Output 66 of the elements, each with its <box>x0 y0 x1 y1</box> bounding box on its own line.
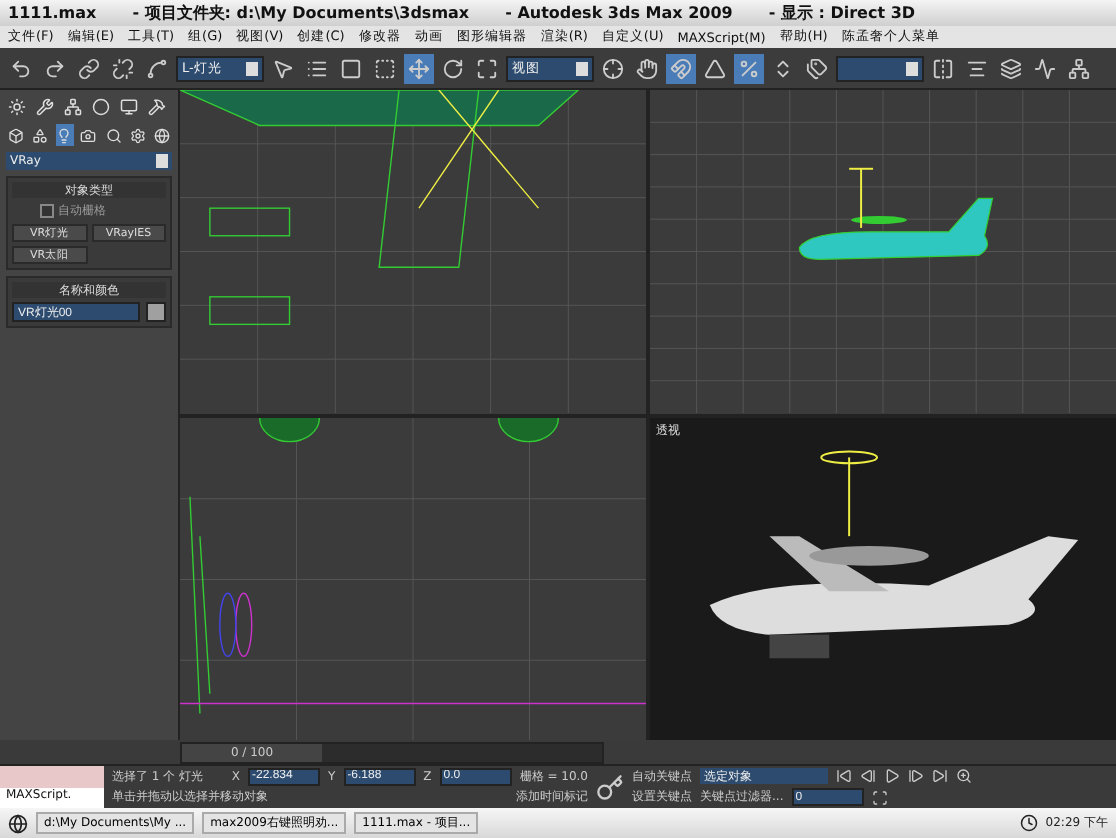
clock-icon <box>1019 814 1038 832</box>
snap-icon <box>670 57 692 79</box>
color-swatch[interactable] <box>146 302 166 322</box>
category-icon <box>130 127 147 143</box>
go-to-end-icon[interactable] <box>932 768 948 785</box>
play-icon[interactable] <box>884 768 900 785</box>
unlink-icon <box>112 57 134 79</box>
pointer-icon <box>272 57 294 79</box>
panel-tab[interactable] <box>118 96 140 118</box>
link-icon <box>78 57 100 79</box>
mirror-icon <box>932 57 954 79</box>
link-tool-button[interactable] <box>74 53 104 83</box>
browser-icon[interactable] <box>8 813 28 833</box>
percent-icon <box>738 57 760 79</box>
list-icon <box>306 57 328 79</box>
align-icon <box>966 57 988 79</box>
category-button[interactable] <box>79 124 99 146</box>
light-gizmo-icon <box>820 449 878 537</box>
category-icon <box>31 127 48 143</box>
category-icon <box>105 127 122 143</box>
panel-tab[interactable] <box>6 96 28 118</box>
category-button[interactable] <box>6 124 25 146</box>
category-button[interactable] <box>153 124 172 146</box>
zoom-icon[interactable] <box>956 768 972 785</box>
undo-icon <box>10 57 32 79</box>
go-to-start-icon[interactable] <box>836 768 852 785</box>
layers-icon <box>1000 57 1022 79</box>
category-button[interactable] <box>55 124 74 146</box>
project-folder: - 项目文件夹: d:\My Documents\3dsmax <box>132 2 470 24</box>
unlink-tool-button[interactable] <box>108 53 138 83</box>
light-gizmo-icon <box>848 167 875 229</box>
rotate-icon <box>442 57 464 79</box>
panel-tab[interactable] <box>90 96 112 118</box>
redo-icon <box>44 57 66 79</box>
layers-tool-button[interactable] <box>996 53 1026 83</box>
panel-tab[interactable] <box>146 96 168 118</box>
category-button[interactable] <box>30 124 50 146</box>
angle-icon <box>704 57 726 79</box>
percent-tool-button[interactable] <box>734 53 764 83</box>
move-tool-button[interactable] <box>404 53 434 83</box>
category-button[interactable] <box>128 124 148 146</box>
display-driver: - 显示 : Direct 3D <box>768 2 916 24</box>
snap-tool-button[interactable] <box>666 53 696 83</box>
app-name: - Autodesk 3ds Max 2009 <box>505 4 733 22</box>
panel-tab-icon <box>36 98 54 116</box>
category-icon <box>154 127 171 143</box>
panel-tab-icon <box>148 98 166 116</box>
panel-tab[interactable] <box>62 96 84 118</box>
category-button[interactable] <box>104 124 123 146</box>
file-name: 1111.max <box>8 4 97 22</box>
category-icon <box>7 127 24 143</box>
panel-tab-icon <box>64 98 82 116</box>
viewport[interactable] <box>650 90 1116 413</box>
previous-frame-icon[interactable] <box>860 768 876 785</box>
category-icon <box>80 127 97 143</box>
move-icon <box>408 57 430 79</box>
key-icon[interactable] <box>596 773 624 801</box>
panel-tab-icon <box>8 98 26 116</box>
category-icon <box>56 127 73 143</box>
scale-icon <box>476 57 498 79</box>
filter-dropdown[interactable] <box>836 55 924 81</box>
next-frame-icon[interactable] <box>908 768 924 785</box>
panel-tab-icon <box>92 98 110 116</box>
panel-tab-icon <box>120 98 138 116</box>
panel-tab[interactable] <box>34 96 56 118</box>
mirror-tool-button[interactable] <box>928 53 958 83</box>
